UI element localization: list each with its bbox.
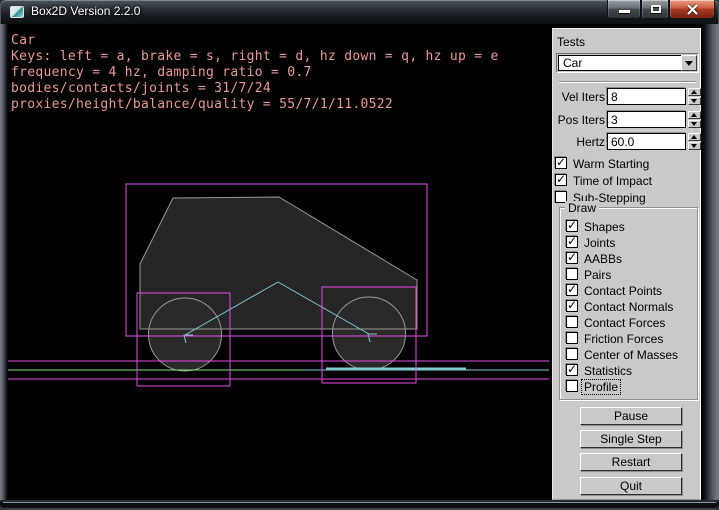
joints-label: Joints — [584, 236, 615, 250]
minimize-button[interactable] — [607, 0, 641, 19]
quit-button[interactable]: Quit — [580, 477, 682, 495]
hertz-row: Hertz — [553, 133, 702, 150]
maximize-button[interactable] — [641, 0, 669, 19]
time-of-impact-label: Time of Impact — [573, 174, 652, 188]
contact-forces-checkbox[interactable] — [566, 316, 578, 328]
profile-label: Profile — [582, 380, 620, 394]
window-border-left — [0, 24, 8, 500]
warm-starting-label: Warm Starting — [573, 157, 649, 171]
stats-test-name: Car — [11, 33, 35, 48]
draw-group: Draw Shapes Joints AABBs Pairs — [559, 207, 698, 400]
spinner-up-icon[interactable] — [688, 133, 701, 141]
maximize-icon — [651, 5, 661, 13]
window-border-right — [702, 24, 719, 500]
vel-iters-label: Vel Iters — [562, 90, 605, 104]
client-area: Car Keys: left = a, brake = s, right = d… — [8, 24, 702, 500]
pairs-label: Pairs — [584, 268, 611, 282]
hertz-label: Hertz — [576, 135, 605, 149]
time-of-impact-checkbox[interactable] — [555, 174, 567, 186]
pairs-checkbox[interactable] — [566, 268, 578, 280]
contact-forces-label: Contact Forces — [584, 316, 665, 330]
tests-dropdown[interactable]: Car — [556, 53, 699, 73]
close-icon — [686, 3, 699, 16]
friction-forces-label: Friction Forces — [584, 332, 663, 346]
vel-iters-spinner — [688, 88, 701, 105]
statistics-label: Statistics — [584, 364, 632, 378]
pause-button[interactable]: Pause — [580, 407, 682, 425]
window-border-sheen — [3, 502, 716, 503]
spinner-down-icon[interactable] — [688, 120, 701, 128]
single-step-button[interactable]: Single Step — [580, 430, 682, 448]
tests-label: Tests — [557, 35, 585, 49]
center-of-masses-checkbox[interactable] — [566, 348, 578, 360]
close-button[interactable] — [669, 0, 715, 19]
joints-checkbox[interactable] — [566, 236, 578, 248]
hertz-spinner — [688, 133, 701, 150]
hertz-input[interactable] — [607, 133, 686, 150]
aabbs-label: AABBs — [584, 252, 622, 266]
pos-iters-input[interactable] — [607, 111, 686, 128]
tests-dropdown-button[interactable] — [681, 55, 697, 71]
spinner-down-icon[interactable] — [688, 97, 701, 105]
tests-dropdown-value: Car — [558, 55, 697, 71]
spinner-up-icon[interactable] — [688, 88, 701, 96]
app-icon — [10, 6, 24, 18]
profile-checkbox[interactable] — [566, 380, 578, 392]
pos-iters-label: Pos Iters — [558, 113, 605, 127]
spinner-down-icon[interactable] — [688, 142, 701, 150]
chevron-down-icon — [685, 61, 693, 66]
vel-iters-input[interactable] — [607, 88, 686, 105]
separator — [559, 81, 696, 83]
warm-starting-checkbox[interactable] — [555, 157, 567, 169]
app-window: Box2D Version 2.2.0 — [0, 0, 719, 510]
spinner-up-icon[interactable] — [688, 111, 701, 119]
stats-keys: Keys: left = a, brake = s, right = d, hz… — [11, 49, 499, 64]
draw-group-label: Draw — [565, 201, 599, 215]
restart-button[interactable]: Restart — [580, 453, 682, 471]
pos-iters-row: Pos Iters — [553, 111, 702, 128]
statistics-checkbox[interactable] — [566, 364, 578, 376]
control-panel: Tests Car Vel Iters Pos Iters — [552, 28, 701, 500]
stats-bodies: bodies/contacts/joints = 31/7/24 — [11, 81, 271, 96]
center-of-masses-label: Center of Masses — [584, 348, 678, 362]
vel-iters-row: Vel Iters — [553, 88, 702, 105]
simulation-canvas[interactable]: Car Keys: left = a, brake = s, right = d… — [8, 24, 549, 500]
stats-proxies: proxies/height/balance/quality = 55/7/1/… — [11, 97, 393, 112]
minimize-icon — [619, 10, 630, 13]
stats-frequency: frequency = 4 hz, damping ratio = 0.7 — [11, 65, 312, 80]
titlebar[interactable]: Box2D Version 2.2.0 — [0, 0, 719, 24]
window-title: Box2D Version 2.2.0 — [31, 0, 140, 24]
window-border-bottom — [0, 500, 719, 510]
contact-points-checkbox[interactable] — [566, 284, 578, 296]
aabbs-checkbox[interactable] — [566, 252, 578, 264]
caption-buttons — [607, 0, 715, 19]
shapes-checkbox[interactable] — [566, 220, 578, 232]
shapes-label: Shapes — [584, 220, 625, 234]
friction-forces-checkbox[interactable] — [566, 332, 578, 344]
contact-normals-label: Contact Normals — [584, 300, 673, 314]
contact-points-label: Contact Points — [584, 284, 662, 298]
pos-iters-spinner — [688, 111, 701, 128]
contact-normals-checkbox[interactable] — [566, 300, 578, 312]
